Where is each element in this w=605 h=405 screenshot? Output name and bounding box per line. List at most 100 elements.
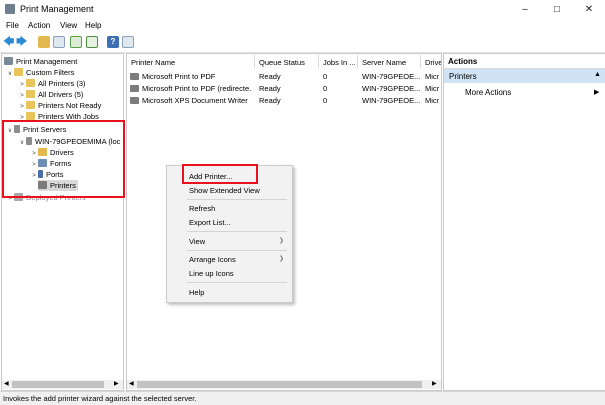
column-printer-name[interactable]: Printer Name (131, 58, 175, 67)
highlight-box (2, 120, 125, 198)
queue-status-cell: Ready (259, 72, 281, 81)
maximize-button[interactable]: □ (542, 0, 572, 19)
tree-item-printers-not-ready[interactable]: > Printers Not Ready (18, 100, 101, 111)
menu-divider (187, 282, 287, 283)
server-name-cell: WIN-79GPEOE... (362, 72, 421, 81)
list-horizontal-scrollbar[interactable]: ◀ ▶ (127, 380, 441, 389)
jobs-cell: 0 (323, 72, 328, 81)
tree-label: Custom Filters (26, 68, 75, 77)
scroll-right-icon[interactable]: ▶ (114, 380, 119, 387)
menu-help[interactable]: Help (85, 21, 101, 30)
menu-item-view[interactable]: View (189, 237, 205, 246)
actions-item-more-actions[interactable]: More Actions ▶ (444, 86, 605, 99)
menu-view[interactable]: View (60, 21, 77, 30)
filter-folder-icon (14, 68, 23, 76)
export-list-icon[interactable] (86, 36, 98, 48)
filter-icon (26, 101, 35, 109)
menu-file[interactable]: File (6, 21, 19, 30)
driver-name-cell: Micr (425, 96, 440, 105)
menu-bar: File Action View Help (0, 19, 605, 33)
server-name-cell: WIN-79GPEOE... (362, 96, 421, 105)
column-divider[interactable] (357, 55, 358, 68)
column-server-name[interactable]: Server Name (362, 58, 406, 67)
tree-label: All Printers (3) (38, 79, 86, 88)
menu-item-show-extended-view[interactable]: Show Extended View (189, 186, 260, 195)
tree-horizontal-scrollbar[interactable]: ◀ ▶ (2, 380, 123, 389)
submenu-arrow-icon: ▶ (594, 89, 600, 96)
up-folder-icon[interactable] (38, 36, 50, 48)
menu-item-help[interactable]: Help (189, 288, 204, 297)
menu-item-export-list[interactable]: Export List... (189, 218, 231, 227)
collapse-icon[interactable]: ▲ (594, 71, 601, 78)
filter-icon (26, 79, 35, 87)
scroll-left-icon[interactable]: ◀ (129, 380, 134, 387)
more-actions-label: More Actions (465, 88, 512, 97)
chevron-down-icon[interactable]: ∨ (6, 69, 14, 80)
tree-item-all-drivers[interactable]: > All Drivers (5) (18, 89, 83, 100)
column-queue-status[interactable]: Queue Status (259, 58, 305, 67)
title-bar: Print Management – □ ✕ (0, 0, 605, 19)
printer-icon (130, 73, 139, 80)
actions-header-label: Actions (448, 57, 478, 66)
minimize-button[interactable]: – (510, 0, 540, 19)
column-divider[interactable] (420, 55, 421, 68)
tree-item-custom-filters[interactable]: ∨ Custom Filters (6, 67, 74, 78)
tree-item-all-printers[interactable]: > All Printers (3) (18, 78, 86, 89)
cell-text: Microsoft Print to PDF (redirecte... (142, 84, 252, 93)
forward-icon[interactable]: 🡆 (16, 36, 28, 48)
table-row[interactable]: Microsoft Print to PDF (redirecte... Rea… (127, 82, 441, 94)
actions-section-printers[interactable]: Printers ▲ (444, 69, 605, 83)
menu-item-line-up-icons[interactable]: Line up Icons (189, 269, 234, 278)
filter-icon (26, 90, 35, 98)
show-hide-tree-icon[interactable] (53, 36, 65, 48)
jobs-cell: 0 (323, 96, 328, 105)
help-icon[interactable]: ? (107, 36, 119, 48)
driver-name-cell: Micr (425, 72, 440, 81)
printer-name-cell: Microsoft Print to PDF (130, 72, 252, 81)
scrollbar-thumb[interactable] (12, 381, 104, 388)
tree-label: Print Management (16, 57, 78, 66)
scroll-left-icon[interactable]: ◀ (4, 380, 9, 387)
cell-text: Microsoft XPS Document Writer (142, 96, 248, 105)
app-icon (5, 4, 15, 14)
close-button[interactable]: ✕ (574, 0, 604, 19)
menu-item-arrange-icons[interactable]: Arrange Icons (189, 255, 236, 264)
printer-icon (130, 97, 139, 104)
menu-divider (187, 231, 287, 232)
cell-text: Microsoft Print to PDF (142, 72, 216, 81)
actions-header: Actions (444, 54, 605, 69)
context-menu: Add Printer... Show Extended View Refres… (166, 165, 293, 303)
toolbar: 🡄 🡆 ? (0, 34, 605, 53)
refresh-icon[interactable] (70, 36, 82, 48)
driver-name-cell: Micr (425, 84, 440, 93)
status-text: Invokes the add printer wizard against t… (3, 394, 197, 403)
menu-divider (187, 250, 287, 251)
menu-action[interactable]: Action (28, 21, 50, 30)
column-driver-name[interactable]: Drive (425, 58, 441, 67)
actions-pane: Actions Printers ▲ More Actions ▶ (443, 53, 605, 391)
properties-icon[interactable] (122, 36, 134, 48)
list-header: Printer Name Queue Status Jobs In ... Se… (127, 54, 441, 69)
print-management-icon (4, 57, 13, 65)
column-divider[interactable] (254, 55, 255, 68)
tree-item-print-management[interactable]: Print Management (4, 56, 77, 67)
server-name-cell: WIN-79GPEOE... (362, 84, 421, 93)
menu-item-refresh[interactable]: Refresh (189, 204, 215, 213)
menu-divider (187, 199, 287, 200)
tree-label: All Drivers (5) (38, 90, 84, 99)
scrollbar-thumb[interactable] (137, 381, 422, 388)
table-row[interactable]: Microsoft Print to PDF Ready 0 WIN-79GPE… (127, 70, 441, 82)
tree-label: Printers Not Ready (38, 101, 102, 110)
queue-status-cell: Ready (259, 84, 281, 93)
jobs-cell: 0 (323, 84, 328, 93)
table-row[interactable]: Microsoft XPS Document Writer Ready 0 WI… (127, 94, 441, 106)
column-jobs-in-queue[interactable]: Jobs In ... (323, 58, 356, 67)
scroll-right-icon[interactable]: ▶ (432, 380, 437, 387)
status-bar: Invokes the add printer wizard against t… (0, 391, 605, 405)
window-title: Print Management (20, 4, 94, 14)
printer-name-cell: Microsoft Print to PDF (redirecte... (130, 84, 252, 93)
queue-status-cell: Ready (259, 96, 281, 105)
column-divider[interactable] (318, 55, 319, 68)
back-icon[interactable]: 🡄 (3, 36, 15, 48)
submenu-arrow-icon: ❯ (278, 238, 284, 244)
